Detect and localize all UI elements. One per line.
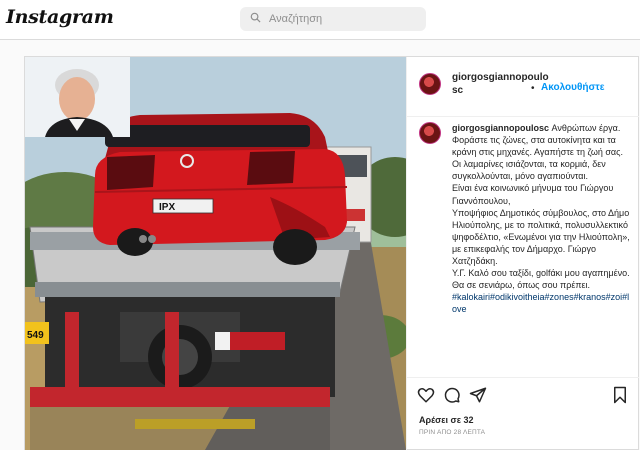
search-box[interactable] bbox=[240, 7, 426, 31]
comments-area[interactable]: giorgosgiannopoulosc Ανθρώπων έργα. Φορά… bbox=[407, 118, 639, 376]
instagram-logo[interactable]: Instagram bbox=[6, 6, 114, 28]
search-input[interactable] bbox=[269, 13, 419, 25]
avatar[interactable] bbox=[419, 73, 441, 95]
top-navigation-bar: Instagram bbox=[0, 0, 640, 40]
caption-line-3: Υποψήφιος Δημοτικός σύμβουλος, στο Δήμο … bbox=[452, 207, 630, 267]
likes-count[interactable]: Αρέσει σε 32 bbox=[419, 415, 474, 425]
bookmark-icon[interactable] bbox=[611, 386, 629, 404]
search-icon bbox=[250, 10, 261, 28]
car-plate-text: IPX bbox=[159, 202, 175, 213]
post-username[interactable]: giorgosgiannopoulosc bbox=[452, 71, 552, 97]
follow-button[interactable]: Ακολουθήστε bbox=[541, 82, 605, 93]
heart-icon[interactable] bbox=[417, 386, 435, 404]
caption-line-2: Είναι ένα κοινωνικό μήνυμα του Γιώργου Γ… bbox=[452, 183, 614, 206]
caption-avatar[interactable] bbox=[419, 122, 441, 144]
post-actions bbox=[407, 377, 639, 413]
post-side-panel: giorgosgiannopoulosc • Ακολουθήστε giorg… bbox=[406, 57, 639, 450]
caption-line-5: Θα σε σενιάρω, όπως σου πρέπει. bbox=[452, 280, 591, 291]
post-timestamp[interactable]: ΠΡΙΝ ΑΠΟ 28 ΛΕΠΤΑ bbox=[419, 429, 485, 436]
truck-plate-text: 549 bbox=[27, 330, 44, 341]
comment-icon[interactable] bbox=[443, 386, 461, 404]
post-header: giorgosgiannopoulosc • Ακολουθήστε bbox=[407, 57, 639, 117]
caption-hashtags[interactable]: #kalokairi#odikivoitheia#zones#kranos#zo… bbox=[452, 291, 634, 315]
separator-dot: • bbox=[531, 83, 535, 94]
caption-line-4: Υ.Γ. Καλό σου ταξίδι, golfάκι μου αγαπημ… bbox=[452, 268, 630, 279]
share-icon[interactable] bbox=[469, 386, 487, 404]
post-photo: 549 IPX bbox=[25, 57, 406, 450]
post-card: 549 IPX giorgosgiannopoulosc • Ακολουθήσ… bbox=[24, 56, 639, 450]
post-caption: giorgosgiannopoulosc Ανθρώπων έργα. Φορά… bbox=[452, 122, 634, 316]
caption-username[interactable]: giorgosgiannopoulosc bbox=[452, 123, 549, 133]
